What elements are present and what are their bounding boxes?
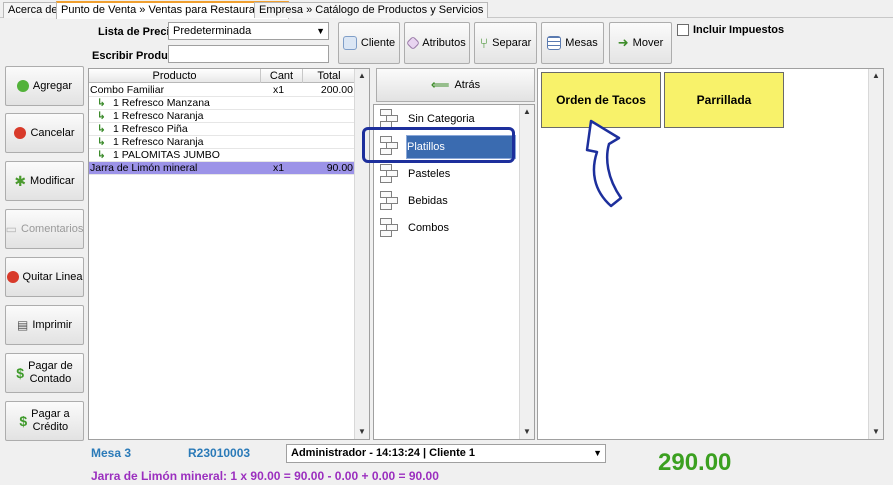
scroll-down-icon[interactable]: ▼ — [355, 425, 369, 439]
price-list-select[interactable]: Predeterminada ▼ — [168, 22, 329, 40]
scroll-up-icon[interactable]: ▲ — [869, 69, 883, 83]
sub-item-arrow-icon: ↳ — [97, 110, 106, 122]
cliente-button[interactable]: Cliente — [338, 22, 400, 64]
table-row[interactable]: ↳ 1 Refresco Piña — [89, 123, 356, 136]
sub-item-arrow-icon: ↳ — [97, 123, 106, 135]
price-list-value: Predeterminada — [173, 25, 252, 37]
dollar-icon: $ — [19, 412, 28, 429]
tab-label: Acerca de — [8, 4, 58, 16]
highlight-box — [362, 127, 515, 163]
table-grid-icon — [547, 36, 562, 50]
tab-label: Empresa » Catálogo de Productos y Servic… — [259, 4, 484, 16]
modificar-button[interactable]: ✱ Modificar — [5, 161, 84, 201]
separar-button[interactable]: ⑂ Separar — [474, 22, 537, 64]
chevron-down-icon: ▼ — [593, 448, 602, 458]
pagar-credito-button[interactable]: $ Pagar a Crédito — [5, 401, 84, 441]
quitar-linea-button[interactable]: Quitar Linea — [5, 257, 84, 297]
mover-button[interactable]: ➜ Mover — [609, 22, 672, 64]
checkbox-icon — [677, 24, 689, 36]
line-detail: Jarra de Limón mineral: 1 x 90.00 = 90.0… — [91, 469, 439, 483]
category-scrollbar[interactable]: ▲ ▼ — [519, 105, 534, 439]
annotation-arrow — [585, 119, 623, 208]
cancelar-button[interactable]: Cancelar — [5, 113, 84, 153]
order-grid: Producto Cant Total Combo Familiar x1 20… — [88, 68, 370, 440]
dollar-icon: $ — [16, 364, 25, 381]
grid-header: Producto Cant Total — [89, 69, 369, 83]
pagar-contado-button[interactable]: $ Pagar de Contado — [5, 353, 84, 393]
tab-bar: Acerca de Punto de Venta » Ventas para R… — [0, 0, 893, 19]
order-total: 290.00 — [658, 449, 732, 476]
printer-icon: ▤ — [16, 317, 29, 332]
puzzle-icon: ✱ — [14, 172, 27, 189]
tag-icon — [406, 35, 421, 51]
table-row[interactable]: ↳ 1 Refresco Manzana — [89, 97, 356, 110]
add-icon — [16, 80, 29, 92]
chevron-down-icon: ▼ — [316, 26, 325, 36]
table-row[interactable]: ↳ 1 Refresco Naranja — [89, 110, 356, 123]
column-header-cant[interactable]: Cant — [261, 69, 303, 83]
category-item-bebidas[interactable]: Bebidas — [376, 189, 516, 213]
client-icon — [342, 36, 357, 50]
tab-acerca-de[interactable]: Acerca de — [3, 2, 63, 18]
agregar-button[interactable]: Agregar — [5, 66, 84, 106]
back-arrow-icon: ⟸ — [430, 77, 450, 92]
move-arrow-icon: ➜ — [617, 35, 629, 50]
atributos-button[interactable]: Atributos — [404, 22, 470, 64]
scroll-up-icon[interactable]: ▲ — [355, 69, 369, 83]
pagar-credito-label: Pagar a Crédito — [31, 408, 70, 433]
category-icon — [376, 163, 402, 185]
category-item-pasteles[interactable]: Pasteles — [376, 162, 516, 186]
sub-item-arrow-icon: ↳ — [97, 136, 106, 148]
scroll-down-icon[interactable]: ▼ — [520, 425, 534, 439]
category-item-combos[interactable]: Combos — [376, 216, 516, 240]
comment-icon: ▭ — [5, 221, 17, 236]
table-number: Mesa 3 — [91, 446, 132, 460]
sub-item-arrow-icon: ↳ — [97, 97, 106, 109]
user-session-select[interactable]: Administrador - 14:13:24 | Cliente 1 ▼ — [286, 444, 606, 463]
product-scrollbar[interactable]: ▲ ▼ — [868, 69, 883, 439]
tab-catalogo-productos[interactable]: Empresa » Catálogo de Productos y Servic… — [254, 2, 489, 18]
table-row[interactable]: ↳ 1 PALOMITAS JUMBO — [89, 149, 356, 162]
scroll-up-icon[interactable]: ▲ — [520, 105, 534, 119]
remove-icon — [6, 271, 19, 283]
product-tile-parrillada[interactable]: Parrillada — [664, 72, 784, 128]
cancel-icon — [14, 127, 27, 139]
table-row[interactable]: Combo Familiar x1 200.00 — [89, 84, 356, 97]
column-header-total[interactable]: Total — [303, 69, 356, 83]
split-icon: ⑂ — [479, 35, 489, 51]
ticket-folio: R23010003 — [188, 446, 251, 460]
column-header-producto[interactable]: Producto — [89, 69, 261, 83]
pagar-contado-label: Pagar de Contado — [28, 360, 73, 385]
table-row-selected[interactable]: Jarra de Limón mineral x1 90.00 — [89, 162, 356, 175]
mesas-button[interactable]: Mesas — [541, 22, 604, 64]
grid-scrollbar[interactable]: ▲ ▼ — [354, 69, 369, 439]
tab-label: Punto de Venta » Ventas para Restaurante — [61, 4, 271, 16]
table-row[interactable]: ↳ 1 Refresco Naranja — [89, 136, 356, 149]
imprimir-button[interactable]: ▤ Imprimir — [5, 305, 84, 345]
category-icon — [376, 217, 402, 239]
sub-item-arrow-icon: ↳ — [97, 149, 106, 161]
category-icon — [376, 190, 402, 212]
comentarios-button[interactable]: ▭ Comentarios — [5, 209, 84, 249]
scroll-down-icon[interactable]: ▼ — [869, 425, 883, 439]
atras-button[interactable]: ⟸ Atrás — [376, 68, 535, 102]
write-product-input[interactable] — [168, 45, 329, 63]
incluir-impuestos-checkbox[interactable]: Incluir Impuestos — [677, 24, 784, 36]
